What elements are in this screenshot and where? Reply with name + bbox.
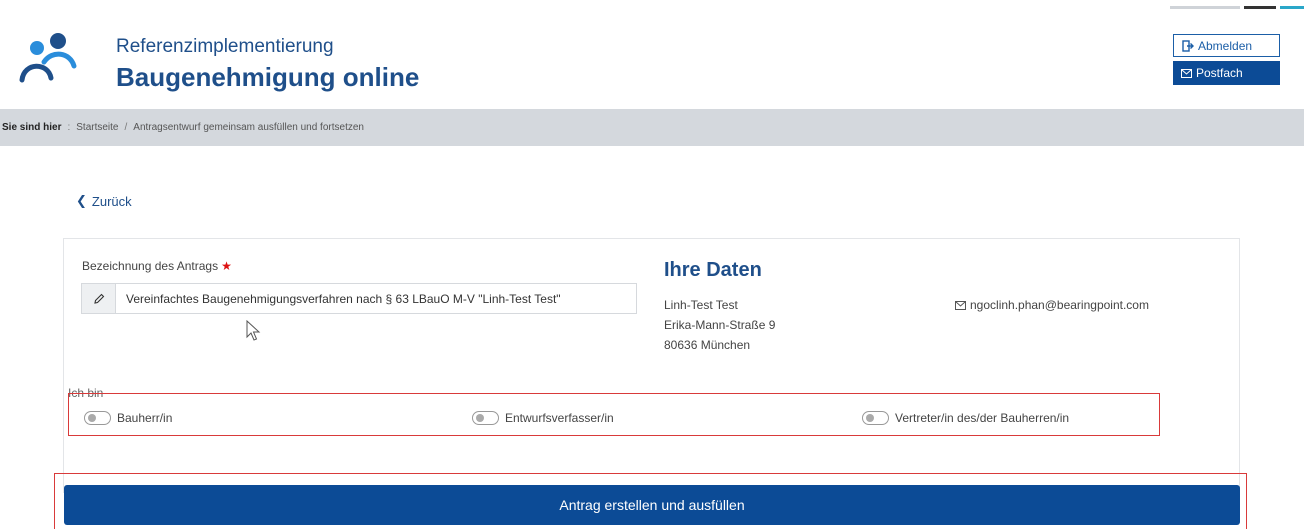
breadcrumb-home-link[interactable]: Startseite [76,122,118,133]
breadcrumb-label: Sie sind hier [2,122,62,133]
inbox-label: Postfach [1196,66,1243,80]
top-accent-strip [1170,0,1304,10]
toggle-switch[interactable] [472,411,499,425]
user-email-text: ngoclinh.phan@bearingpoint.com [970,298,1149,312]
app-title: Baugenehmigung online [116,62,420,92]
breadcrumb-separator: / [124,122,128,133]
required-marker: ★ [221,259,232,273]
role-option-label: Bauherr/in [117,411,173,425]
pencil-icon [82,284,116,313]
role-option-representative[interactable]: Vertreter/in des/der Bauherren/in [862,411,1069,425]
inbox-button[interactable]: Postfach [1173,61,1280,85]
mail-icon [1181,68,1192,78]
mouse-cursor-icon [246,320,261,341]
logout-icon [1182,39,1194,52]
back-link[interactable]: ❮ Zurück [76,193,132,209]
logout-label: Abmelden [1198,38,1253,53]
user-name: Linh-Test Test [664,298,738,312]
user-city: 80636 München [664,338,751,352]
chevron-left-icon: ❮ [76,193,87,208]
breadcrumb: Sie sind hier : Startseite / Antragsentw… [0,109,1304,146]
toggle-switch[interactable] [862,411,889,425]
toggle-switch[interactable] [84,411,111,425]
back-label: Zurück [91,193,132,209]
role-option-designer[interactable]: Entwurfsverfasser/in [472,411,614,425]
application-name-label: Bezeichnung des Antrags ★ [82,259,232,273]
create-application-button[interactable]: Antrag erstellen und ausfüllen [64,485,1240,525]
application-card [63,238,1240,493]
role-option-label: Entwurfsverfasser/in [505,411,614,425]
breadcrumb-separator: : [67,122,71,133]
app-logo-icon [19,33,77,83]
application-name-field[interactable] [81,283,637,314]
user-data-title: Ihre Daten [664,259,762,281]
user-street: Erika-Mann-Straße 9 [664,318,776,332]
role-option-builder[interactable]: Bauherr/in [84,411,172,425]
application-name-label-text: Bezeichnung des Antrags [82,259,219,273]
mail-icon [955,300,966,310]
user-email: ngoclinh.phan@bearingpoint.com [955,298,1149,312]
logout-button[interactable]: Abmelden [1173,34,1280,57]
role-option-label: Vertreter/in des/der Bauherren/in [895,411,1070,425]
app-subtitle: Referenzimplementierung [116,36,334,57]
breadcrumb-current: Antragsentwurf gemeinsam ausfüllen und f… [133,122,364,133]
application-name-input[interactable] [116,284,636,313]
